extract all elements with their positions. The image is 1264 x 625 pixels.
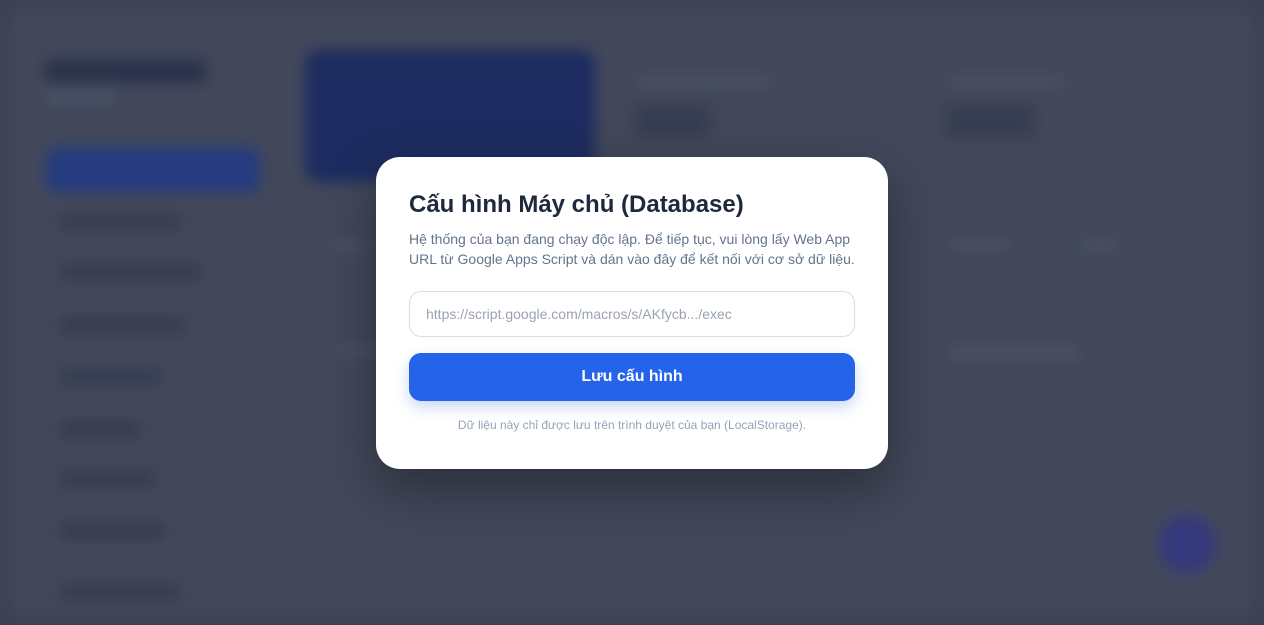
storage-note: Dữ liệu này chỉ được lưu trên trình duyệ… bbox=[457, 418, 807, 432]
database-config-modal: Cấu hình Máy chủ (Database) Hệ thống của… bbox=[376, 157, 888, 469]
modal-title: Cấu hình Máy chủ (Database) bbox=[409, 191, 744, 218]
save-config-button[interactable]: Lưu cấu hình bbox=[409, 353, 855, 401]
modal-description: Hệ thống của bạn đang chạy độc lập. Để t… bbox=[409, 231, 855, 267]
web-app-url-input[interactable] bbox=[409, 291, 855, 337]
